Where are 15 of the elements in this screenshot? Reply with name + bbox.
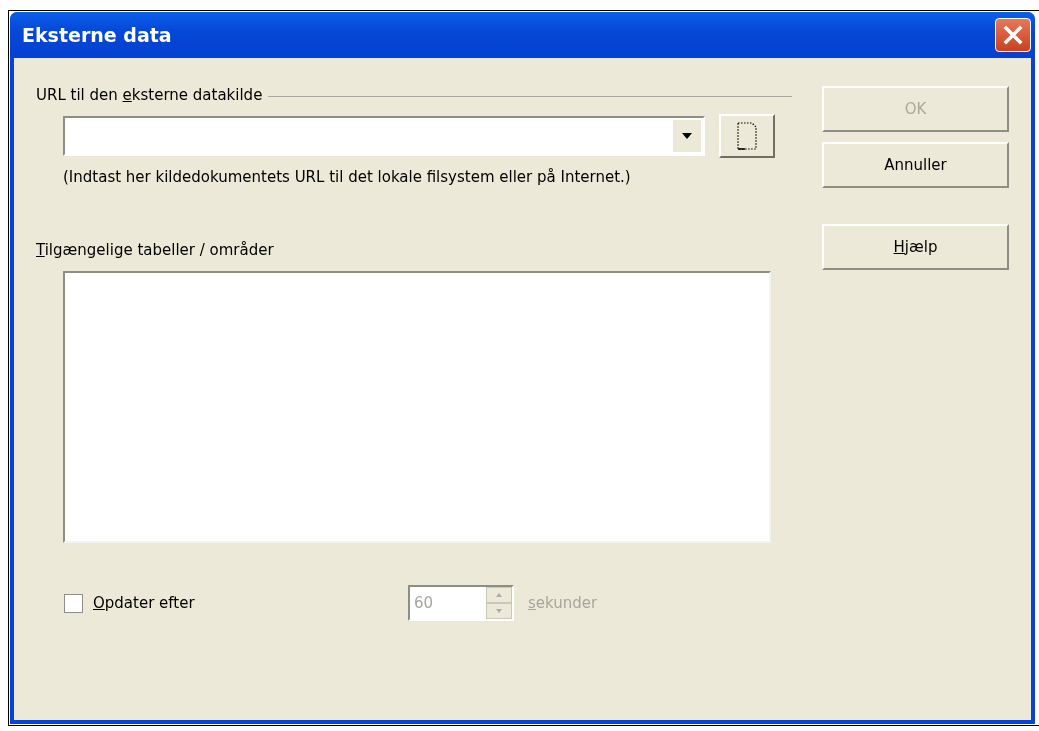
- close-button[interactable]: [995, 18, 1031, 52]
- list-label: Tilgængelige tabeller / områder: [36, 241, 275, 259]
- down-arrow-icon: [496, 609, 502, 613]
- hint-text: (Indtast her kildedokumentets URL til det lokale filsystem eller på Internet.): [63, 167, 632, 188]
- dialog-button[interactable]: Hjælp: [822, 224, 1009, 270]
- browse-button[interactable]: [719, 114, 775, 158]
- up-arrow-icon: [496, 593, 502, 597]
- group-label: URL til den eksterne datakilde: [36, 86, 263, 104]
- unit-label: sekunder: [528, 594, 598, 612]
- close-icon: [1002, 24, 1024, 46]
- document-icon: [736, 121, 758, 151]
- dropdown-button[interactable]: [672, 120, 701, 152]
- caret-icon: [682, 133, 692, 139]
- dialog-button[interactable]: Annuller: [822, 142, 1009, 188]
- window-title: Eksterne data: [22, 24, 172, 46]
